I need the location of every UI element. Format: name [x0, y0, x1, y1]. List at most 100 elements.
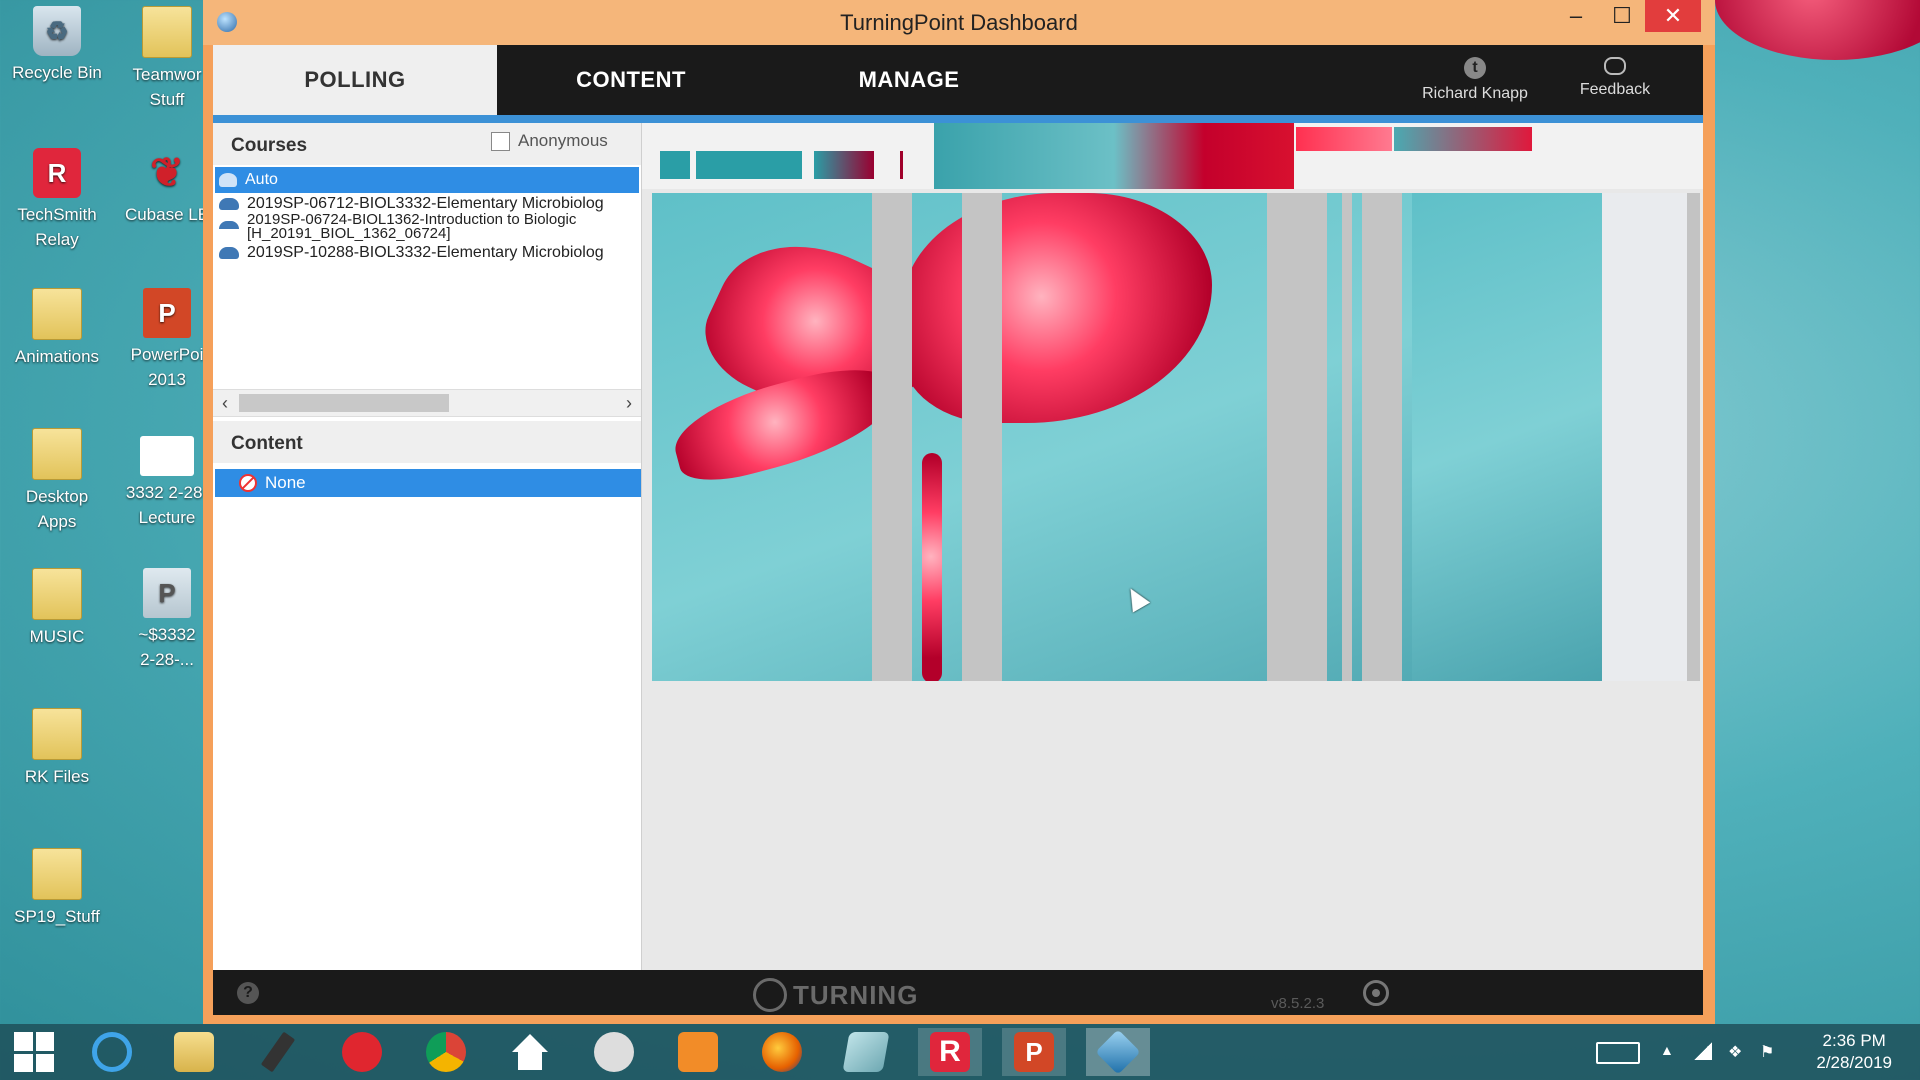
desktop-icon-label: Recycle Bin [12, 63, 102, 82]
taskbar-techsmith-relay[interactable]: R [918, 1028, 982, 1076]
home-icon [512, 1034, 548, 1070]
folder-icon [32, 568, 82, 620]
course-item-subtitle[interactable]: [H_20191_BIOL_1362_06724] [215, 227, 639, 241]
thumbnail-strip [642, 123, 1703, 189]
glitch-bar [1267, 193, 1327, 681]
start-button[interactable] [2, 1028, 66, 1076]
no-entry-icon [239, 474, 257, 492]
feedback-label: Feedback [1579, 81, 1651, 98]
desktop-icon-label: Desktop Apps [25, 487, 89, 531]
help-icon[interactable]: ? [237, 982, 259, 1004]
taskbar-chrome[interactable] [414, 1028, 478, 1076]
courses-title: Courses [231, 135, 308, 156]
blank-file-icon [140, 436, 194, 476]
user-profile-button[interactable]: t Richard Knapp [1405, 57, 1545, 103]
desktop-icon-animations[interactable]: Animations [2, 288, 112, 369]
cubase-icon: ❦ [150, 150, 184, 195]
tab-manage[interactable]: MANAGE [765, 45, 1053, 115]
folder-icon [32, 288, 82, 340]
taskbar-app[interactable] [834, 1028, 898, 1076]
wallpaper-flower [1715, 0, 1920, 60]
folder-icon [174, 1032, 214, 1072]
scroll-left-arrow-icon[interactable]: ‹ [213, 390, 237, 416]
course-label: 2019SP-10288-BIOL3332-Elementary Microbi… [247, 244, 604, 261]
flag-icon[interactable]: ⚑ [1760, 1042, 1774, 1062]
slide-preview-image [652, 193, 1700, 681]
top-nav: POLLING CONTENT MANAGE t Richard Knapp F… [213, 45, 1703, 115]
courses-horizontal-scrollbar[interactable]: ‹ › [213, 389, 641, 417]
desktop-icon-rk-files[interactable]: RK Files [2, 708, 112, 789]
taskbar-turningpoint[interactable] [1086, 1028, 1150, 1076]
cloud-icon [219, 198, 239, 210]
glitch-bar [962, 193, 1002, 681]
thumbnail-block [1394, 127, 1532, 151]
tablet-icon [842, 1032, 890, 1072]
preview-background [1412, 193, 1602, 681]
taskbar-clock[interactable]: 2:36 PM 2/28/2019 [1816, 1030, 1892, 1074]
folder-icon [32, 428, 82, 480]
course-item[interactable]: 2019SP-06712-BIOL3332-Elementary Microbi… [215, 193, 639, 215]
desktop-icon-label: SP19_Stuff [14, 907, 100, 926]
taskbar-firefox[interactable] [750, 1028, 814, 1076]
dropbox-icon[interactable]: ❖ [1728, 1042, 1742, 1062]
folder-icon [32, 708, 82, 760]
powerpoint-icon: P [143, 288, 191, 338]
user-name: Richard Knapp [1422, 85, 1528, 102]
checkbox-box[interactable] [491, 131, 510, 151]
desktop-icon-desktop-apps[interactable]: Desktop Apps [2, 428, 112, 534]
network-icon[interactable] [1694, 1042, 1712, 1060]
scroll-right-arrow-icon[interactable]: › [617, 390, 641, 416]
tab-content[interactable]: CONTENT [497, 45, 765, 115]
techsmith-relay-icon: R [33, 148, 81, 198]
thumbnail-block [900, 151, 903, 179]
course-label: Auto [245, 171, 278, 188]
course-label: [H_20191_BIOL_1362_06724] [247, 227, 451, 241]
course-label: 2019SP-06724-BIOL1362-Introduction to Bi… [247, 213, 577, 228]
turning-logo-icon [753, 978, 787, 1012]
taskbar-cloud-app[interactable] [330, 1028, 394, 1076]
chevron-up-icon[interactable]: ▲ [1660, 1042, 1674, 1058]
taskbar-media-player[interactable] [666, 1028, 730, 1076]
desktop-icon-label: TechSmith Relay [17, 205, 97, 249]
taskbar-internet-explorer[interactable] [80, 1028, 144, 1076]
pen-icon [260, 1031, 296, 1073]
gear-icon[interactable] [1363, 980, 1389, 1006]
windows-logo-icon [14, 1032, 54, 1072]
taskbar: R P ▲ ❖ ⚑ 2:36 PM 2/28/2019 [0, 1024, 1920, 1080]
thumbnail-block [696, 151, 802, 179]
close-button[interactable]: ✕ [1645, 0, 1701, 32]
taskbar-home[interactable] [498, 1028, 562, 1076]
window-client: POLLING CONTENT MANAGE t Richard Knapp F… [213, 45, 1703, 1015]
content-item-none[interactable]: None [215, 469, 641, 497]
internet-explorer-icon [92, 1032, 132, 1072]
techsmith-relay-icon: R [930, 1032, 970, 1072]
glitch-bar [1362, 193, 1402, 681]
taskbar-app[interactable] [582, 1028, 646, 1076]
courses-header: Courses Anonymous [213, 123, 641, 165]
desktop-icon-recycle-bin[interactable]: ♻ Recycle Bin [2, 6, 112, 85]
keyboard-icon[interactable] [1596, 1042, 1640, 1064]
maximize-button[interactable]: ☐ [1599, 0, 1645, 32]
system-tray: ▲ ❖ ⚑ [1590, 1024, 1780, 1080]
minimize-button[interactable]: – [1553, 0, 1599, 32]
tab-polling[interactable]: POLLING [213, 45, 497, 115]
taskbar-powerpoint[interactable]: P [1002, 1028, 1066, 1076]
course-item-auto[interactable]: Auto [215, 167, 639, 193]
thumbnail-block [814, 151, 874, 179]
feedback-button[interactable]: Feedback [1565, 57, 1665, 99]
taskbar-file-explorer[interactable] [162, 1028, 226, 1076]
window-titlebar[interactable]: TurningPoint Dashboard – ☐ ✕ [203, 0, 1715, 45]
glitch-bar [1342, 193, 1352, 681]
flower-stem [922, 453, 942, 681]
course-item[interactable]: 2019SP-10288-BIOL3332-Elementary Microbi… [215, 241, 639, 265]
taskbar-app[interactable] [246, 1028, 310, 1076]
folder-icon [32, 848, 82, 900]
footer-bar: ? TURNING v8.5.2.3 [213, 970, 1703, 1015]
glitch-bar [872, 193, 912, 681]
desktop-icon-sp19-stuff[interactable]: SP19_Stuff [2, 848, 112, 929]
desktop-icon-music[interactable]: MUSIC [2, 568, 112, 649]
anonymous-checkbox[interactable]: Anonymous [491, 131, 608, 151]
desktop-icon-techsmith-relay[interactable]: R TechSmith Relay [2, 148, 112, 252]
scroll-thumb[interactable] [239, 394, 449, 412]
desktop-icon-label: Animations [14, 347, 100, 366]
